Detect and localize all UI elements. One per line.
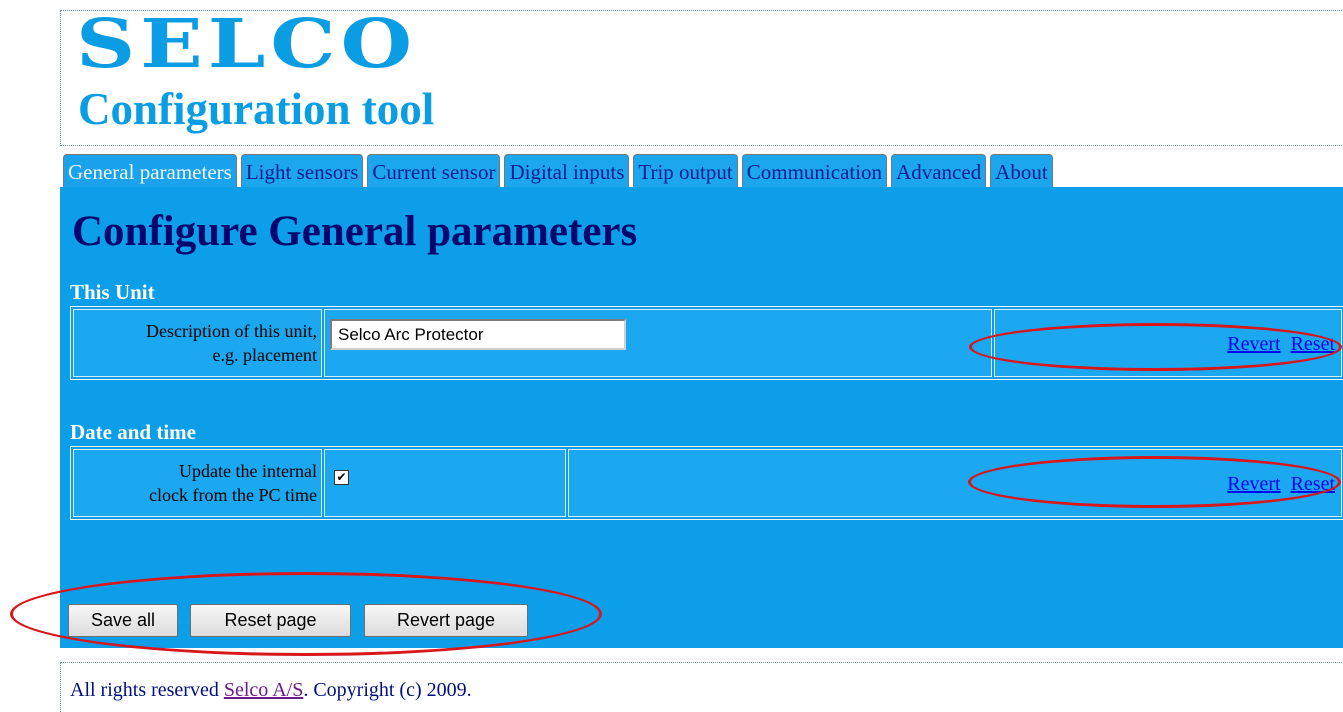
- company-link[interactable]: Selco A/S: [224, 679, 303, 701]
- reset-link-date-time[interactable]: Reset: [1291, 473, 1335, 495]
- description-label-line2: e.g. placement: [212, 345, 317, 365]
- clock-label-line1: Update the internal: [179, 461, 317, 481]
- update-clock-checkbox[interactable]: ✔: [334, 470, 349, 485]
- tab-trip-output[interactable]: Trip output: [633, 154, 738, 187]
- clock-label-cell: Update the internal clock from the PC ti…: [73, 449, 322, 517]
- revert-page-button[interactable]: Revert page: [364, 604, 528, 637]
- reset-page-button[interactable]: Reset page: [190, 604, 351, 637]
- date-time-actions-cell: Revert Reset: [568, 449, 1342, 517]
- tab-communication[interactable]: Communication: [741, 154, 888, 187]
- tab-advanced[interactable]: Advanced: [891, 154, 987, 187]
- revert-link-date-time[interactable]: Revert: [1227, 473, 1280, 495]
- clock-label-line2: clock from the PC time: [149, 485, 317, 505]
- tab-digital-inputs[interactable]: Digital inputs: [504, 154, 630, 187]
- description-input[interactable]: [330, 319, 626, 350]
- this-unit-group: Description of this unit, e.g. placement…: [70, 306, 1343, 380]
- reset-link-this-unit[interactable]: Reset: [1291, 333, 1335, 355]
- footer-prefix: All rights reserved: [70, 679, 224, 701]
- tab-bar: General parameters Light sensors Current…: [63, 154, 1057, 187]
- app-title: Configuration tool: [78, 84, 435, 134]
- save-all-button[interactable]: Save all: [68, 604, 178, 637]
- description-value-cell: [324, 309, 992, 377]
- footer: All rights reserved Selco A/S. Copyright…: [70, 679, 472, 702]
- tab-about[interactable]: About: [990, 154, 1053, 187]
- this-unit-actions-cell: Revert Reset: [994, 309, 1342, 377]
- selco-logo: SELCO: [76, 4, 418, 84]
- footer-suffix: . Copyright (c) 2009.: [303, 679, 472, 701]
- revert-link-this-unit[interactable]: Revert: [1227, 333, 1280, 355]
- section-title-this-unit: This Unit: [70, 280, 155, 304]
- section-title-date-time: Date and time: [70, 420, 196, 444]
- date-time-group: Update the internal clock from the PC ti…: [70, 446, 1343, 520]
- description-label-line1: Description of this unit,: [146, 321, 317, 341]
- description-label-cell: Description of this unit, e.g. placement: [73, 309, 322, 377]
- tab-current-sensor[interactable]: Current sensor: [367, 154, 501, 187]
- tab-general-parameters[interactable]: General parameters: [63, 154, 237, 187]
- tab-light-sensors[interactable]: Light sensors: [240, 154, 364, 187]
- clock-checkbox-cell: ✔: [324, 449, 566, 517]
- page-title: Configure General parameters: [72, 208, 638, 255]
